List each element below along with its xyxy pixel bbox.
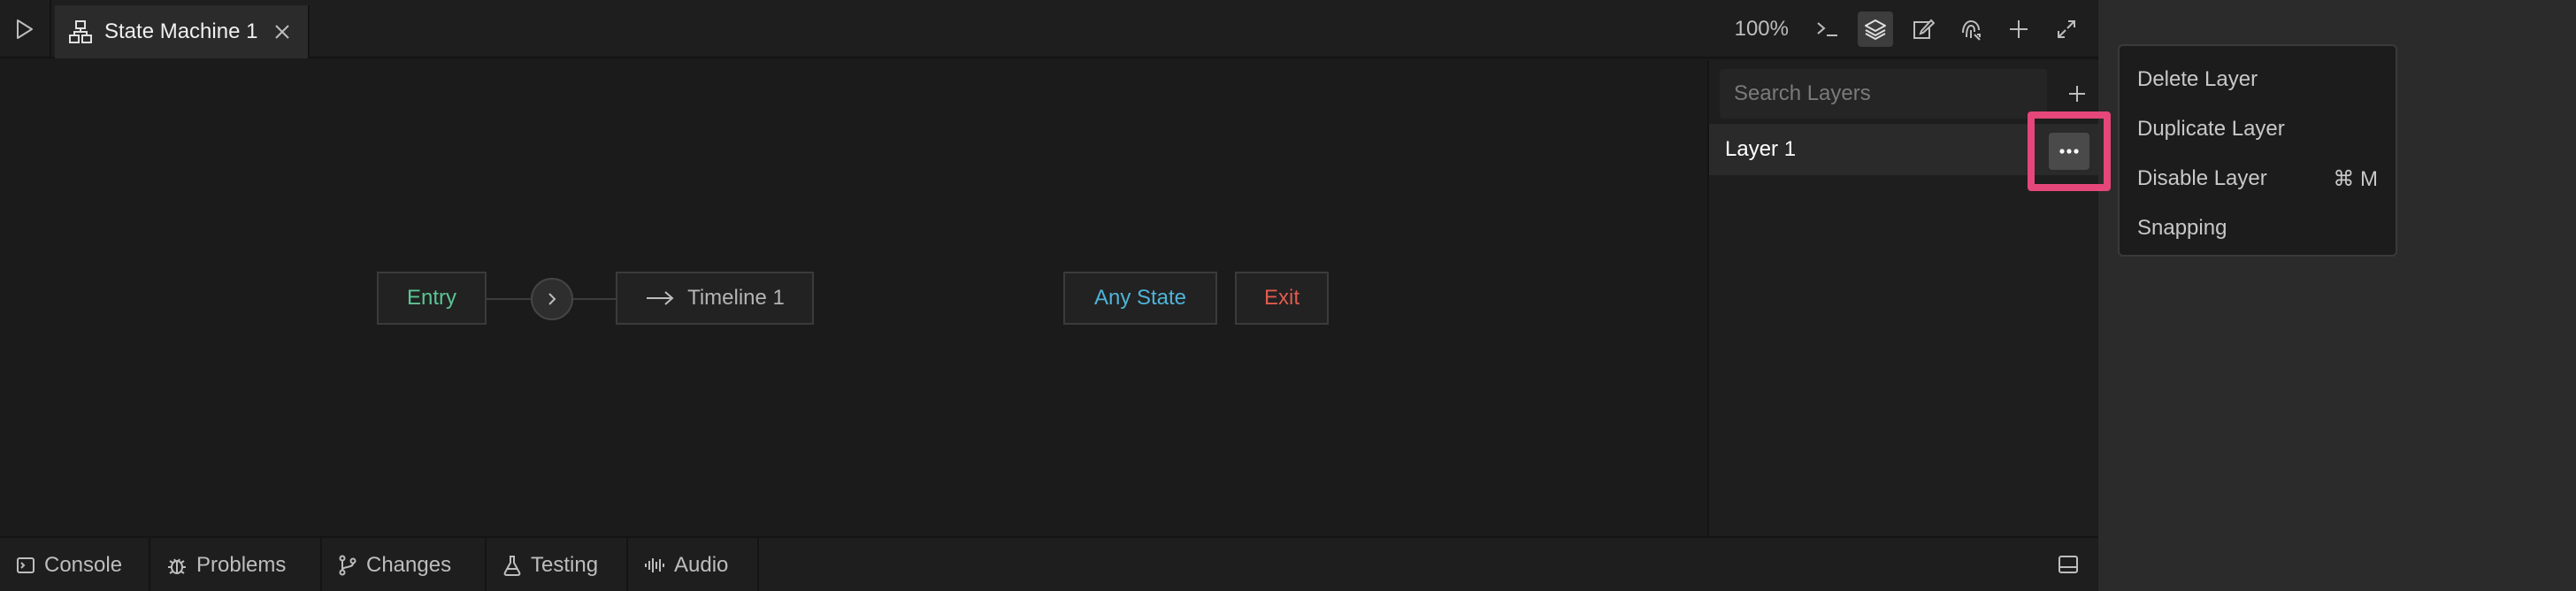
tab-label: Testing: [531, 553, 599, 577]
terminal-icon[interactable]: [1810, 12, 1845, 47]
panel-bottom-icon: [2058, 556, 2078, 573]
menu-item-snapping[interactable]: Snapping: [2120, 203, 2396, 253]
tab-label: Audio: [674, 553, 729, 577]
tab-changes[interactable]: Changes: [322, 538, 487, 591]
tab-testing[interactable]: Testing: [487, 538, 628, 591]
menu-item-disable-layer[interactable]: Disable Layer ⌘ M: [2120, 154, 2396, 203]
bottom-panel-tabs: Console Problems Changes Testing Audio: [0, 536, 2098, 591]
layer-label: Layer 1: [1725, 137, 1797, 161]
edit-icon[interactable]: [1905, 12, 1941, 47]
plus-icon[interactable]: [2001, 12, 2036, 47]
layer-context-menu: Delete Layer Duplicate Layer Disable Lay…: [2118, 44, 2397, 257]
tab-console[interactable]: Console: [0, 538, 150, 591]
more-horizontal-icon: [2059, 149, 2079, 154]
menu-item-shortcut: ⌘ M: [2333, 166, 2378, 191]
any-state-node[interactable]: Any State: [1063, 272, 1217, 325]
panel-toggle-button[interactable]: [2051, 547, 2086, 582]
menu-item-duplicate-layer[interactable]: Duplicate Layer: [2120, 104, 2396, 154]
audio-waveform-icon: [644, 556, 665, 575]
fingerprint-icon[interactable]: [1953, 12, 1989, 47]
git-branch-icon: [338, 555, 357, 576]
tab-label: Console: [44, 553, 123, 577]
chevron-right-icon: [548, 293, 556, 305]
menu-item-label: Disable Layer: [2137, 166, 2267, 190]
menu-item-label: Snapping: [2137, 216, 2227, 240]
play-button[interactable]: [0, 0, 51, 58]
timeline-label: Timeline 1: [687, 286, 785, 310]
console-icon: [16, 556, 35, 575]
arrow-right-icon: [645, 290, 675, 306]
exit-label: Exit: [1263, 286, 1300, 310]
add-layer-button[interactable]: [2058, 74, 2097, 113]
any-state-label: Any State: [1093, 286, 1187, 310]
tab-label: State Machine 1: [104, 19, 258, 43]
entry-node[interactable]: Entry: [377, 272, 487, 325]
exit-node[interactable]: Exit: [1235, 272, 1329, 325]
tab-label: Changes: [366, 553, 452, 577]
top-toolbar: State Machine 1 100%: [0, 0, 2098, 58]
tab-label: Problems: [196, 553, 287, 577]
bug-icon: [166, 555, 188, 576]
tab-state-machine[interactable]: State Machine 1: [55, 5, 310, 58]
graph-canvas[interactable]: Entry Timeline 1 Any State Exit: [0, 60, 1706, 536]
tab-problems[interactable]: Problems: [150, 538, 322, 591]
connector-line: [573, 298, 616, 300]
connector-line: [487, 298, 531, 300]
layers-icon[interactable]: [1858, 12, 1893, 47]
close-icon[interactable]: [272, 21, 293, 42]
layer-options-button[interactable]: [2049, 133, 2089, 170]
tab-audio[interactable]: Audio: [628, 538, 759, 591]
menu-item-label: Delete Layer: [2137, 67, 2258, 91]
play-icon: [17, 19, 33, 39]
entry-label: Entry: [406, 286, 456, 310]
toolbar-actions: 100%: [1735, 0, 2084, 58]
menu-item-label: Duplicate Layer: [2137, 117, 2285, 141]
timeline-node[interactable]: Timeline 1: [616, 272, 814, 325]
plus-icon: [2069, 86, 2085, 102]
state-machine-editor: State Machine 1 100% Entry Timeline 1 An…: [0, 0, 2098, 591]
menu-item-delete-layer[interactable]: Delete Layer: [2120, 55, 2396, 104]
search-layers-input[interactable]: [1720, 69, 2047, 119]
zoom-level[interactable]: 100%: [1735, 17, 1789, 42]
expand-icon[interactable]: [2049, 12, 2084, 47]
flask-icon: [502, 555, 522, 576]
transition-node[interactable]: [531, 278, 573, 320]
state-machine-icon: [67, 19, 94, 45]
